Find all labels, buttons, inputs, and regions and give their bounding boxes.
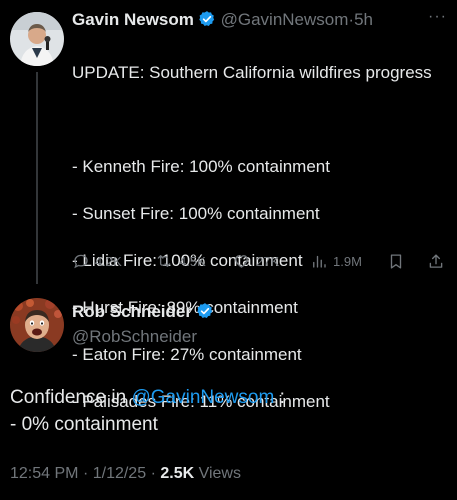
like-button[interactable]: 27K <box>232 252 279 270</box>
tweet-author: Rob Schneider <box>72 302 214 325</box>
repost-icon <box>154 252 174 270</box>
author-handle[interactable]: @GavinNewsom <box>221 10 349 29</box>
separator-dot: · <box>82 465 89 482</box>
text-suffix: : <box>274 387 285 408</box>
share-icon <box>427 252 445 271</box>
views-count: 2.5K <box>160 465 195 482</box>
like-count: 27K <box>256 253 280 269</box>
repost-count: 4.5K <box>179 253 206 269</box>
gavin-newsom-avatar[interactable] <box>10 12 64 66</box>
tweet-time[interactable]: 12:54 PM <box>10 465 78 482</box>
text-line: UPDATE: Southern California wildfires pr… <box>72 62 432 82</box>
tweet-metadata: 12:54 PM · 1/12/25 · 2.5K Views <box>10 465 241 483</box>
bookmark-icon <box>387 252 405 271</box>
mention-link[interactable]: @GavinNewsom <box>131 387 274 408</box>
quoted-tweet-action-bar: 4.2K 4.5K 27K 1.9M <box>72 252 447 274</box>
text-prefix: Confidence in <box>10 387 132 408</box>
author-handle[interactable]: @RobSchneider <box>72 327 197 347</box>
reply-button[interactable]: 4.2K <box>72 252 122 270</box>
author-name[interactable]: Rob Schneider <box>72 302 192 321</box>
text-line: - Kenneth Fire: 100% containment <box>72 156 330 176</box>
separator-dot: · <box>150 465 156 482</box>
verified-badge-icon <box>198 10 216 33</box>
quoted-tweet-header: Gavin Newsom @GavinNewsom·5h <box>72 10 373 33</box>
tweet-text: Confidence in @GavinNewsom : - 0% contai… <box>10 384 285 438</box>
tweet-text-line-2: - 0% containment <box>10 414 158 435</box>
quoted-tweet-text: UPDATE: Southern California wildfires pr… <box>72 37 442 437</box>
tweet-date[interactable]: 1/12/25 <box>93 465 146 482</box>
view-count: 1.9M <box>333 253 362 269</box>
thread-connector-line <box>36 72 38 284</box>
share-button[interactable] <box>427 252 445 271</box>
author-name[interactable]: Gavin Newsom <box>72 10 194 29</box>
reply-count: 4.2K <box>95 253 122 269</box>
verified-badge-icon <box>196 302 214 325</box>
text-line-blank <box>72 108 442 132</box>
bookmark-button[interactable] <box>387 252 405 271</box>
tweet-time[interactable]: 5h <box>354 10 373 29</box>
heart-icon <box>232 252 251 270</box>
reply-icon <box>72 252 90 270</box>
analytics-bar-icon <box>310 252 328 270</box>
repost-button[interactable]: 4.5K <box>154 252 206 270</box>
text-line: - Sunset Fire: 100% containment <box>72 203 320 223</box>
more-options-icon[interactable]: ··· <box>428 8 447 26</box>
views-label: Views <box>198 465 241 482</box>
tweet-text-line-1: Confidence in @GavinNewsom : <box>10 384 285 411</box>
rob-schneider-avatar[interactable] <box>10 298 64 352</box>
views-button[interactable]: 1.9M <box>310 252 362 270</box>
